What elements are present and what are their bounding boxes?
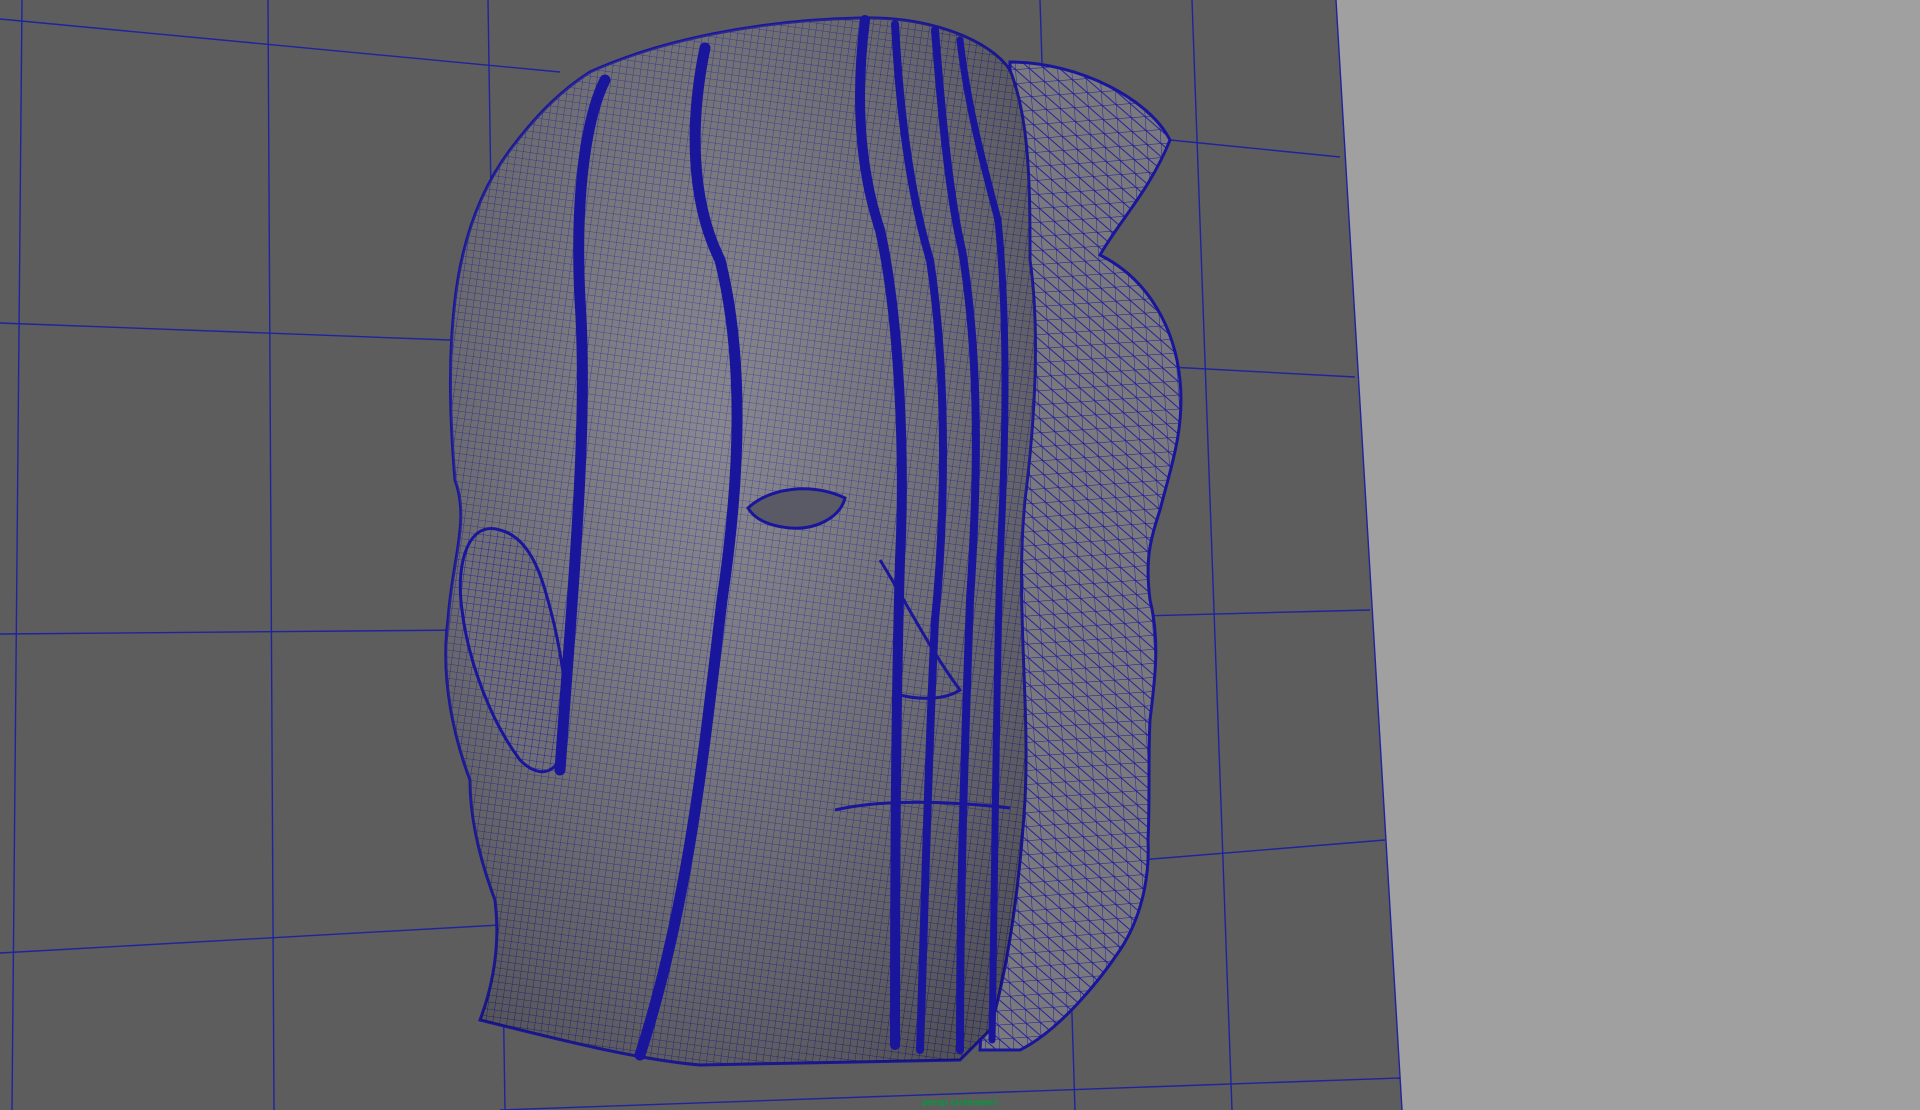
perspective-viewport[interactable]: persp (scherper) bbox=[0, 0, 1920, 1110]
camera-name-label: persp (scherper) bbox=[922, 1098, 998, 1107]
maya-app-window: persp (scherper) bbox=[0, 0, 1920, 1110]
viewport-canvas[interactable] bbox=[0, 0, 1920, 1110]
head-mesh[interactable] bbox=[444, 15, 1183, 1067]
